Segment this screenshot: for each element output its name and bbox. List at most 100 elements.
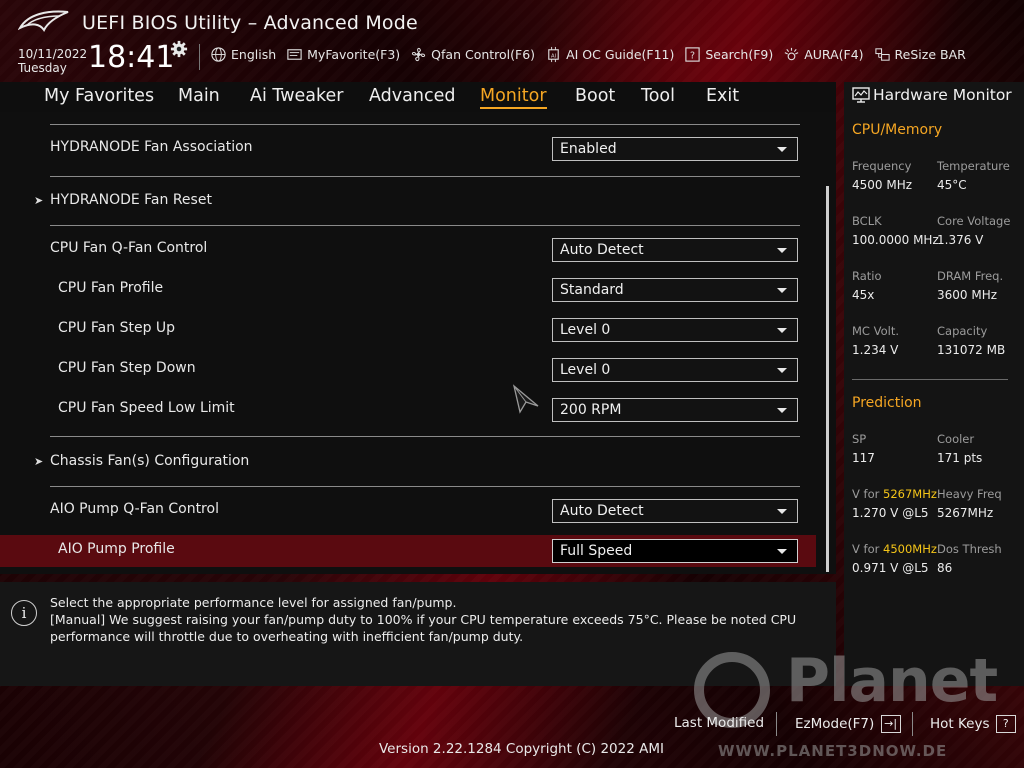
v-for-freq-2: 4500MHz [883,542,937,556]
v-for-label-2: V for 4500MHz [852,542,937,556]
separator [50,124,800,125]
help-key-icon: ? [995,715,1016,733]
tab-tool[interactable]: Tool [641,86,675,106]
hydranode-fan-reset-link[interactable]: HYDRANODE Fan Reset [50,192,212,208]
dram-freq-value: 3600 MHz [937,288,998,302]
resize-bar-icon [874,48,890,61]
frequency-label: Frequency [852,159,912,173]
ratio-label: Ratio [852,269,882,283]
tab-ai-tweaker[interactable]: Ai Tweaker [250,86,343,106]
resize-bar-label: ReSize BAR [894,47,966,62]
time-display: 18:41 [88,40,175,75]
frequency-value: 4500 MHz [852,178,913,192]
settings-scrollbar[interactable] [826,186,829,572]
dram-freq-label: DRAM Freq. [937,269,1004,283]
chevron-down-icon [777,288,787,293]
cooler-label: Cooler [937,432,975,446]
ezmode-button[interactable]: EzMode(F7) →| [795,715,901,733]
separator [50,436,800,437]
chevron-down-icon [777,368,787,373]
cpu-fan-step-down-value: Level 0 [560,362,611,378]
dos-thresh-value: 86 [937,561,953,575]
tab-boot[interactable]: Boot [575,86,615,106]
chevron-down-icon [777,509,787,514]
separator [50,486,800,487]
v-for-prefix: V for [852,487,880,501]
monitor-icon [852,87,870,103]
tab-main[interactable]: Main [178,86,220,106]
hydranode-fan-association-select[interactable]: Enabled [552,137,798,161]
tab-advanced[interactable]: Advanced [369,86,455,106]
qfan-control-button[interactable]: Qfan Control(F6) [410,46,535,63]
cpu-fan-profile-select[interactable]: Standard [552,278,798,302]
hardware-monitor-title: Hardware Monitor [873,86,1012,104]
info-icon: i [11,600,37,626]
submenu-arrow-icon: ➤ [34,455,44,468]
version-text: Version 2.22.1284 Copyright (C) 2022 AMI [379,741,664,757]
toolbar: English MyFavorite(F3) Qfan Control(F6) … [210,46,976,63]
heavy-freq-label: Heavy Freq [937,487,1002,501]
v-for-prefix: V for [852,542,880,556]
search-icon: ? [685,47,701,62]
capacity-value: 131072 MB [937,343,1006,357]
ai-oc-guide-button[interactable]: AI AI OC Guide(F11) [545,46,674,63]
footer-separator [912,712,913,736]
cpu-memory-heading: CPU/Memory [852,122,943,138]
cpu-fan-qfan-control-select[interactable]: Auto Detect [552,238,798,262]
aura-button[interactable]: AURA(F4) [783,46,864,63]
cpu-fan-speed-low-limit-select[interactable]: 200 RPM [552,398,798,422]
aura-icon [784,47,799,61]
aio-pump-qfan-control-select[interactable]: Auto Detect [552,499,798,523]
core-voltage-value: 1.376 V [937,233,984,247]
resize-bar-button[interactable]: ReSize BAR [874,46,966,63]
favorite-icon [287,49,302,60]
tab-exit[interactable]: Exit [706,86,739,106]
tab-monitor[interactable]: Monitor [480,86,547,109]
cpu-fan-qfan-control-label: CPU Fan Q-Fan Control [50,240,208,256]
hot-keys-button[interactable]: Hot Keys ? [930,715,1016,733]
cooler-value: 171 pts [937,451,983,465]
language-label: English [231,47,277,62]
submenu-arrow-icon: ➤ [34,194,44,207]
prediction-heading: Prediction [852,395,922,411]
myfavorite-button[interactable]: MyFavorite(F3) [286,46,400,63]
cpu-fan-step-down-label: CPU Fan Step Down [58,360,196,376]
tab-my-favorites[interactable]: My Favorites [44,86,154,106]
aura-label: AURA(F4) [804,47,864,62]
aio-pump-qfan-control-value: Auto Detect [560,503,644,519]
aio-pump-qfan-control-label: AIO Pump Q-Fan Control [50,501,219,517]
day-text: Tuesday [18,61,67,75]
svg-text:AI: AI [551,53,557,59]
myfavorite-label: MyFavorite(F3) [307,47,401,62]
dos-thresh-label: Dos Thresh [937,542,1002,556]
cpu-fan-qfan-control-value: Auto Detect [560,242,644,258]
svg-text:?: ? [690,50,695,61]
ai-oc-guide-label: AI OC Guide(F11) [566,47,675,62]
chevron-down-icon [777,549,787,554]
chevron-down-icon [777,408,787,413]
app-title: UEFI BIOS Utility – Advanced Mode [82,12,418,34]
cpu-fan-step-up-select[interactable]: Level 0 [552,318,798,342]
chevron-down-icon [777,248,787,253]
footer-separator [776,712,777,736]
last-modified-button[interactable]: Last Modified [674,715,764,731]
ratio-value: 45x [852,288,875,302]
language-button[interactable]: English [210,46,276,63]
aio-pump-profile-select[interactable]: Full Speed [552,539,798,563]
rog-logo-icon [18,10,69,32]
ai-chip-icon: AI [548,46,559,63]
main-tabs: My Favorites Main Ai Tweaker Advanced Mo… [0,82,836,112]
chassis-fan-configuration-link[interactable]: Chassis Fan(s) Configuration [50,453,249,469]
cpu-fan-step-down-select[interactable]: Level 0 [552,358,798,382]
settings-gear-icon[interactable] [170,40,188,58]
temperature-label: Temperature [937,159,1010,173]
bclk-value: 100.0000 MHz [852,233,939,247]
help-line-1: Select the appropriate performance level… [50,595,457,610]
hardware-monitor-separator [852,379,1008,380]
search-button[interactable]: ? Search(F9) [684,46,773,63]
mouse-cursor-icon [512,384,539,414]
qfan-control-label: Qfan Control(F6) [431,47,536,62]
cpu-fan-profile-label: CPU Fan Profile [58,280,164,296]
hot-keys-label: Hot Keys [930,716,990,732]
cpu-fan-profile-value: Standard [560,282,624,298]
